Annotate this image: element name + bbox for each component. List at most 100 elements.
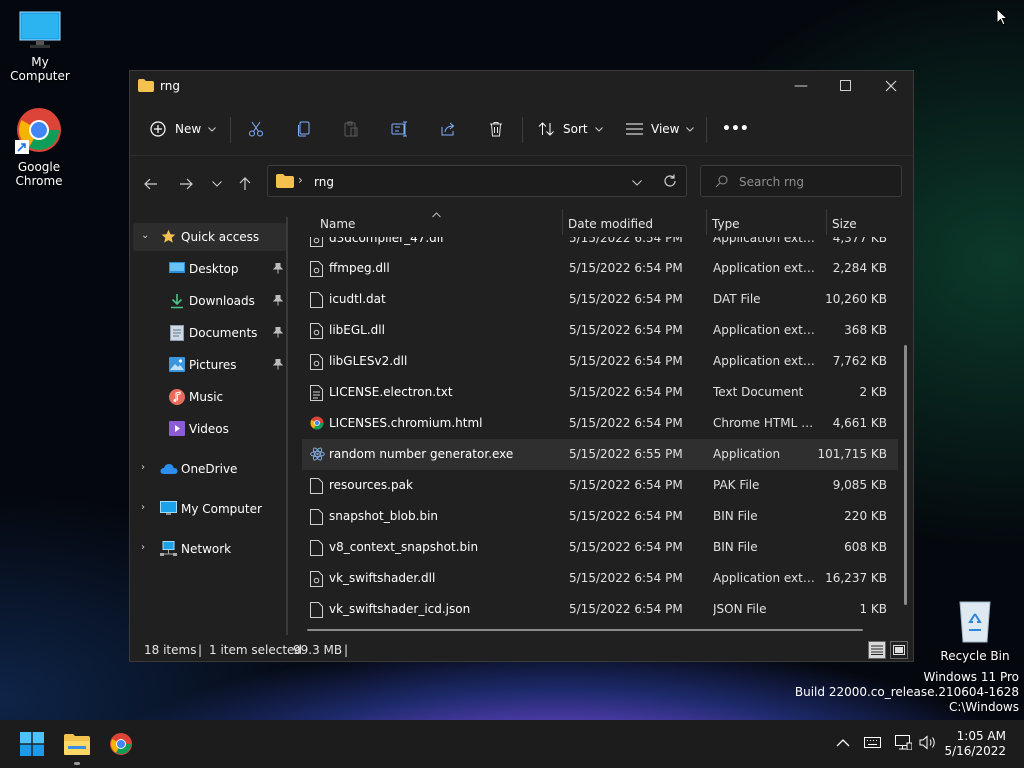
file-row[interactable]: d3dcompiler_47.dll 5/15/2022 6:54 PM App…	[302, 237, 898, 254]
up-button[interactable]	[234, 173, 256, 195]
recent-locations-button[interactable]	[206, 173, 228, 195]
pictures-icon	[169, 357, 185, 375]
nav-label: OneDrive	[181, 462, 238, 476]
collapsed-chevron-icon[interactable]: ›	[141, 542, 145, 553]
file-icon	[310, 509, 323, 528]
search-box[interactable]	[700, 165, 902, 197]
close-icon	[885, 80, 897, 92]
file-row[interactable]: libEGL.dll 5/15/2022 6:54 PM Application…	[302, 315, 898, 346]
desktop-icon-recycle-bin[interactable]: Recycle Bin	[935, 598, 1015, 663]
cloud-icon	[160, 463, 178, 478]
column-divider[interactable]	[706, 209, 707, 235]
collapsed-chevron-icon[interactable]: ›	[141, 462, 145, 473]
command-bar-divider	[130, 155, 913, 156]
column-header-date[interactable]: Date modified	[568, 217, 653, 231]
view-button[interactable]: View	[626, 109, 695, 149]
file-name: LICENSES.chromium.html	[329, 416, 483, 430]
start-button[interactable]	[16, 728, 48, 760]
file-row-selected[interactable]: random number generator.exe 5/15/2022 6:…	[302, 439, 898, 470]
delete-button[interactable]	[488, 109, 504, 149]
file-row[interactable]: icudtl.dat 5/15/2022 6:54 PM DAT File 10…	[302, 284, 898, 315]
nav-quick-access[interactable]: ⌄ Quick access	[133, 223, 287, 251]
desktop-icon-my-computer[interactable]: My Computer	[0, 10, 80, 83]
breadcrumb-chevron-icon[interactable]: ›	[298, 173, 303, 187]
cut-button[interactable]	[248, 109, 264, 149]
maximize-button[interactable]	[822, 71, 868, 101]
navigation-pane-scrollbar[interactable]	[286, 217, 288, 635]
refresh-button[interactable]	[663, 174, 677, 191]
share-button[interactable]	[440, 109, 456, 149]
details-view-button[interactable]	[868, 641, 886, 659]
forward-button[interactable]	[175, 173, 197, 195]
file-row[interactable]: v8_context_snapshot.bin 5/15/2022 6:54 P…	[302, 532, 898, 563]
desktop-folder-icon	[169, 261, 185, 278]
running-indicator	[74, 762, 80, 765]
nav-desktop[interactable]: Desktop	[133, 255, 287, 283]
nav-downloads[interactable]: Downloads	[133, 287, 287, 315]
close-button[interactable]	[868, 71, 914, 101]
file-type: BIN File	[713, 540, 758, 554]
search-input[interactable]	[737, 173, 891, 191]
file-list-horizontal-scrollbar[interactable]	[307, 629, 863, 631]
column-divider[interactable]	[562, 209, 563, 235]
nav-onedrive[interactable]: › OneDrive	[133, 455, 287, 483]
sort-button[interactable]: Sort	[538, 109, 603, 149]
chevron-down-icon	[212, 181, 222, 187]
monitor-icon	[0, 10, 80, 53]
pin-icon	[272, 295, 284, 309]
tiles-view-button[interactable]	[890, 641, 908, 659]
column-header-size[interactable]: Size	[832, 217, 857, 231]
network-status-button[interactable]	[895, 735, 913, 753]
volume-button[interactable]	[919, 735, 937, 753]
desktop-icon-chrome[interactable]: Google Chrome	[0, 106, 78, 188]
breadcrumb-rng[interactable]: rng	[314, 175, 334, 189]
nav-label: Videos	[189, 422, 229, 436]
keyboard-button[interactable]	[864, 737, 881, 751]
title-bar[interactable]: rng —	[130, 71, 913, 101]
new-label: New	[175, 122, 202, 136]
file-list-vertical-scrollbar[interactable]	[904, 345, 907, 605]
file-size: 16,237 KB	[825, 571, 887, 585]
watermark-build: Build 22000.co_release.210604-1628	[794, 685, 1019, 699]
column-divider[interactable]	[826, 209, 827, 235]
column-header-type[interactable]: Type	[712, 217, 740, 231]
copy-button[interactable]	[296, 109, 312, 149]
file-name: icudtl.dat	[329, 292, 386, 306]
file-date: 5/15/2022 6:54 PM	[569, 323, 683, 337]
new-button[interactable]: New	[150, 109, 217, 149]
file-row[interactable]: LICENSE.electron.txt 5/15/2022 6:54 PM T…	[302, 377, 898, 408]
toolbar-divider	[706, 117, 707, 143]
file-row[interactable]: snapshot_blob.bin 5/15/2022 6:54 PM BIN …	[302, 501, 898, 532]
address-dropdown-button[interactable]	[632, 175, 642, 189]
taskbar-chrome[interactable]	[105, 728, 137, 760]
window-title: rng	[160, 79, 180, 93]
file-row[interactable]: libGLESv2.dll 5/15/2022 6:54 PM Applicat…	[302, 346, 898, 377]
file-row[interactable]: vk_swiftshader.dll 5/15/2022 6:54 PM App…	[302, 563, 898, 594]
file-row[interactable]: resources.pak 5/15/2022 6:54 PM PAK File…	[302, 470, 898, 501]
nav-documents[interactable]: Documents	[133, 319, 287, 347]
paste-button[interactable]	[343, 109, 359, 149]
show-hidden-icons-button[interactable]	[836, 736, 850, 750]
nav-my-computer[interactable]: › My Computer	[133, 495, 287, 523]
taskbar-clock[interactable]: 1:05 AM 5/16/2022	[944, 729, 1006, 759]
expanded-chevron-icon[interactable]: ⌄	[141, 230, 149, 241]
nav-pictures[interactable]: Pictures	[133, 351, 287, 379]
more-options-button[interactable]: •••	[722, 109, 749, 149]
collapsed-chevron-icon[interactable]: ›	[141, 502, 145, 513]
more-label: •••	[722, 121, 749, 137]
file-icon	[310, 292, 323, 311]
rename-button[interactable]	[391, 109, 408, 149]
network-icon	[160, 541, 177, 560]
back-button[interactable]	[140, 173, 162, 195]
nav-music[interactable]: Music	[133, 383, 287, 411]
address-bar[interactable]: › rng	[267, 165, 687, 197]
column-header-name[interactable]: Name	[320, 217, 355, 231]
minimize-button[interactable]: —	[778, 71, 824, 101]
file-row[interactable]: ffmpeg.dll 5/15/2022 6:54 PM Application…	[302, 253, 898, 284]
taskbar-file-explorer[interactable]	[61, 728, 93, 760]
nav-videos[interactable]: Videos	[133, 415, 287, 443]
selection-count: 1 item selected	[209, 643, 303, 657]
file-row[interactable]: LICENSES.chromium.html 5/15/2022 6:54 PM…	[302, 408, 898, 439]
nav-network[interactable]: › Network	[133, 535, 287, 563]
file-row[interactable]: vk_swiftshader_icd.json 5/15/2022 6:54 P…	[302, 594, 898, 625]
